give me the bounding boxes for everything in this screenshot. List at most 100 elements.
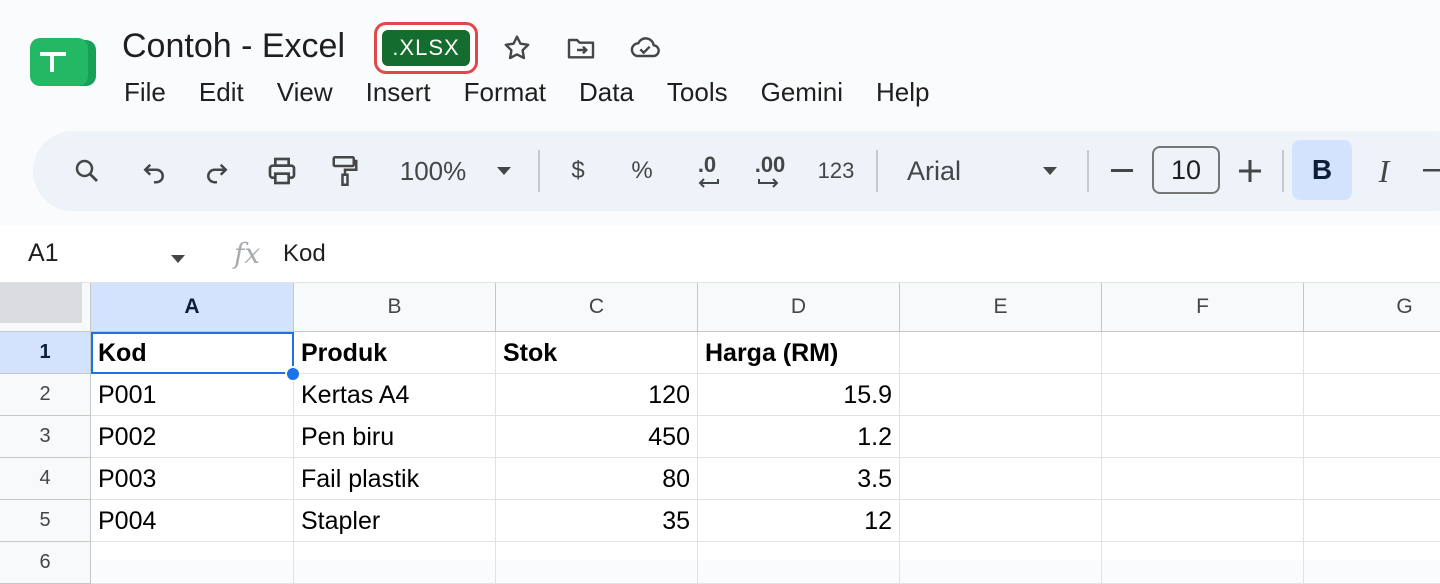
menu-insert[interactable]: Insert: [354, 72, 443, 112]
cell-g5[interactable]: [1304, 500, 1440, 542]
more-formats-button[interactable]: 123: [813, 131, 859, 211]
column-header-c[interactable]: C: [496, 283, 698, 332]
cell-g3[interactable]: [1304, 416, 1440, 458]
strikethrough-icon[interactable]: [1423, 131, 1440, 211]
menu-data[interactable]: Data: [567, 72, 646, 112]
percent-format-button[interactable]: %: [625, 131, 659, 211]
row-header-4[interactable]: 4: [0, 458, 91, 500]
decrease-font-size-icon[interactable]: [1107, 131, 1137, 211]
cell-c2[interactable]: 120: [496, 374, 698, 416]
cell-g4[interactable]: [1304, 458, 1440, 500]
row-header-3[interactable]: 3: [0, 416, 91, 458]
cell-c3[interactable]: 450: [496, 416, 698, 458]
cell-g2[interactable]: [1304, 374, 1440, 416]
menu-format[interactable]: Format: [452, 72, 558, 112]
column-header-g[interactable]: G: [1304, 283, 1440, 332]
cell-f3[interactable]: [1102, 416, 1304, 458]
fill-handle[interactable]: [285, 366, 301, 382]
cell-g6[interactable]: [1304, 542, 1440, 584]
name-box-dropdown-icon[interactable]: [170, 251, 186, 269]
print-icon[interactable]: [262, 131, 302, 211]
increase-decimal-button[interactable]: .00: [747, 131, 793, 211]
column-header-f[interactable]: F: [1102, 283, 1304, 332]
move-to-folder-icon[interactable]: [563, 30, 599, 66]
more-formats-label: 123: [817, 158, 855, 183]
row-header-1[interactable]: 1: [0, 332, 91, 374]
column-header-b[interactable]: B: [294, 283, 496, 332]
cell-d5[interactable]: 12: [698, 500, 900, 542]
cell-a1[interactable]: Kod: [91, 332, 294, 374]
sheets-logo-icon[interactable]: [30, 38, 96, 86]
cell-c5[interactable]: 35: [496, 500, 698, 542]
star-icon[interactable]: [499, 30, 535, 66]
undo-icon[interactable]: [134, 131, 174, 211]
formula-input[interactable]: Kod: [283, 240, 326, 268]
column-header-e[interactable]: E: [900, 283, 1102, 332]
cell-b3[interactable]: Pen biru: [294, 416, 496, 458]
row-header-6[interactable]: 6: [0, 542, 91, 584]
arrow-right-icon: [758, 178, 779, 188]
zoom-select[interactable]: 100%: [395, 131, 471, 211]
row-header-5[interactable]: 5: [0, 500, 91, 542]
cell-f6[interactable]: [1102, 542, 1304, 584]
cell-d6[interactable]: [698, 542, 900, 584]
percent-label: %: [631, 157, 653, 184]
bold-button[interactable]: B: [1292, 140, 1352, 200]
cell-d2[interactable]: 15.9: [698, 374, 900, 416]
menu-edit[interactable]: Edit: [187, 72, 256, 112]
cell-d4[interactable]: 3.5: [698, 458, 900, 500]
increase-font-size-icon[interactable]: [1235, 131, 1265, 211]
cell-a3[interactable]: P002: [91, 416, 294, 458]
row-header-2[interactable]: 2: [0, 374, 91, 416]
decrease-decimal-button[interactable]: .0: [685, 131, 729, 211]
font-dropdown-icon[interactable]: [1037, 131, 1063, 211]
cell-a2[interactable]: P001: [91, 374, 294, 416]
cell-e1[interactable]: [900, 332, 1102, 374]
column-header-a[interactable]: A: [91, 283, 294, 332]
cell-f2[interactable]: [1102, 374, 1304, 416]
menu-file[interactable]: File: [112, 72, 178, 112]
zoom-dropdown-icon[interactable]: [491, 131, 517, 211]
menu-view[interactable]: View: [265, 72, 345, 112]
font-size-input[interactable]: 10: [1152, 146, 1220, 194]
cell-d3[interactable]: 1.2: [698, 416, 900, 458]
italic-button[interactable]: I: [1367, 131, 1401, 211]
cell-b1[interactable]: Produk: [294, 332, 496, 374]
cell-e2[interactable]: [900, 374, 1102, 416]
select-all-corner[interactable]: [0, 283, 91, 332]
cell-e4[interactable]: [900, 458, 1102, 500]
column-header-d[interactable]: D: [698, 283, 900, 332]
cell-b6[interactable]: [294, 542, 496, 584]
cell-a4[interactable]: P003: [91, 458, 294, 500]
menu-help[interactable]: Help: [864, 72, 941, 112]
file-format-badge[interactable]: .XLSX: [374, 22, 478, 74]
italic-label: I: [1378, 152, 1390, 189]
cell-a6[interactable]: [91, 542, 294, 584]
zoom-value: 100%: [399, 155, 467, 186]
cell-c4[interactable]: 80: [496, 458, 698, 500]
cell-f5[interactable]: [1102, 500, 1304, 542]
cell-d1[interactable]: Harga (RM): [698, 332, 900, 374]
cell-g1[interactable]: [1304, 332, 1440, 374]
cell-e5[interactable]: [900, 500, 1102, 542]
cell-e6[interactable]: [900, 542, 1102, 584]
cell-b4[interactable]: Fail plastik: [294, 458, 496, 500]
menu-gemini[interactable]: Gemini: [749, 72, 855, 112]
document-title[interactable]: Contoh - Excel: [122, 26, 345, 66]
paint-format-icon[interactable]: [325, 131, 365, 211]
name-box[interactable]: A1: [28, 239, 59, 268]
cell-c6[interactable]: [496, 542, 698, 584]
currency-format-button[interactable]: $: [561, 131, 595, 211]
cell-f4[interactable]: [1102, 458, 1304, 500]
cell-c1[interactable]: Stok: [496, 332, 698, 374]
cell-a5[interactable]: P004: [91, 500, 294, 542]
cell-b2[interactable]: Kertas A4: [294, 374, 496, 416]
font-select[interactable]: Arial: [907, 131, 1027, 211]
cell-e3[interactable]: [900, 416, 1102, 458]
search-icon[interactable]: [67, 131, 107, 211]
redo-icon[interactable]: [197, 131, 237, 211]
menu-tools[interactable]: Tools: [655, 72, 740, 112]
cell-f1[interactable]: [1102, 332, 1304, 374]
cloud-saved-icon[interactable]: [627, 30, 663, 66]
cell-b5[interactable]: Stapler: [294, 500, 496, 542]
